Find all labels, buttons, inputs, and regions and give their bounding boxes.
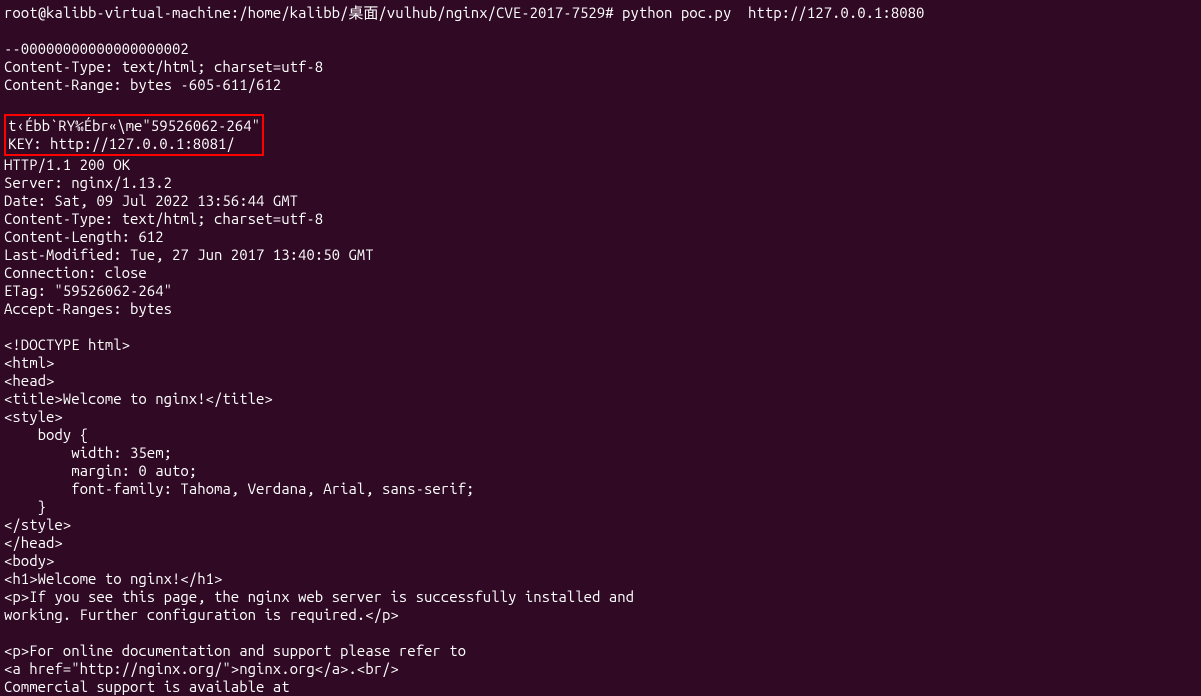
output-line: <!DOCTYPE html> bbox=[4, 336, 1197, 354]
output-line: Content-Length: 612 bbox=[4, 228, 1197, 246]
prompt-text: root@kalibb-virtual-machine:/home/kalibb… bbox=[4, 4, 614, 21]
highlighted-leak-box: t‹Ébb`RY‰Ébr«\me"59526062-264" KEY: http… bbox=[4, 114, 264, 156]
output-line: width: 35em; bbox=[4, 444, 1197, 462]
output-line: Content-Range: bytes -605-611/612 bbox=[4, 76, 1197, 94]
output-line bbox=[4, 318, 1197, 336]
output-line: Content-Type: text/html; charset=utf-8 bbox=[4, 58, 1197, 76]
output-line: HTTP/1.1 200 OK bbox=[4, 156, 1197, 174]
command-text: python poc.py http://127.0.0.1:8080 bbox=[622, 4, 924, 21]
output-line: <head> bbox=[4, 372, 1197, 390]
output-line: Date: Sat, 09 Jul 2022 13:56:44 GMT bbox=[4, 192, 1197, 210]
output-line: <a href="http://nginx.org/">nginx.org</a… bbox=[4, 660, 1197, 678]
output-line: <html> bbox=[4, 354, 1197, 372]
output-line: ETag: "59526062-264" bbox=[4, 282, 1197, 300]
output-line bbox=[4, 94, 1197, 112]
output-line: <body> bbox=[4, 552, 1197, 570]
command-prompt-line: root@kalibb-virtual-machine:/home/kalibb… bbox=[4, 4, 1197, 22]
output-line: } bbox=[4, 498, 1197, 516]
output-line: <h1>Welcome to nginx!</h1> bbox=[4, 570, 1197, 588]
output-line: --00000000000000000002 bbox=[4, 40, 1197, 58]
output-line: Commercial support is available at bbox=[4, 678, 1197, 696]
output-line: Accept-Ranges: bytes bbox=[4, 300, 1197, 318]
leak-line: t‹Ébb`RY‰Ébr«\me"59526062-264" bbox=[8, 117, 260, 135]
output-line: margin: 0 auto; bbox=[4, 462, 1197, 480]
output-line: working. Further configuration is requir… bbox=[4, 606, 1197, 624]
output-line bbox=[4, 624, 1197, 642]
output-line: Content-Type: text/html; charset=utf-8 bbox=[4, 210, 1197, 228]
output-line: Last-Modified: Tue, 27 Jun 2017 13:40:50… bbox=[4, 246, 1197, 264]
output-line: <style> bbox=[4, 408, 1197, 426]
output-line: <title>Welcome to nginx!</title> bbox=[4, 390, 1197, 408]
output-line: Server: nginx/1.13.2 bbox=[4, 174, 1197, 192]
output-line: body { bbox=[4, 426, 1197, 444]
output-line: <p>For online documentation and support … bbox=[4, 642, 1197, 660]
output-line bbox=[4, 22, 1197, 40]
output-line: font-family: Tahoma, Verdana, Arial, san… bbox=[4, 480, 1197, 498]
output-line: Connection: close bbox=[4, 264, 1197, 282]
output-line: </style> bbox=[4, 516, 1197, 534]
terminal-output[interactable]: root@kalibb-virtual-machine:/home/kalibb… bbox=[4, 4, 1197, 696]
output-line: </head> bbox=[4, 534, 1197, 552]
output-line: <p>If you see this page, the nginx web s… bbox=[4, 588, 1197, 606]
leak-line: KEY: http://127.0.0.1:8081/ bbox=[8, 135, 260, 153]
